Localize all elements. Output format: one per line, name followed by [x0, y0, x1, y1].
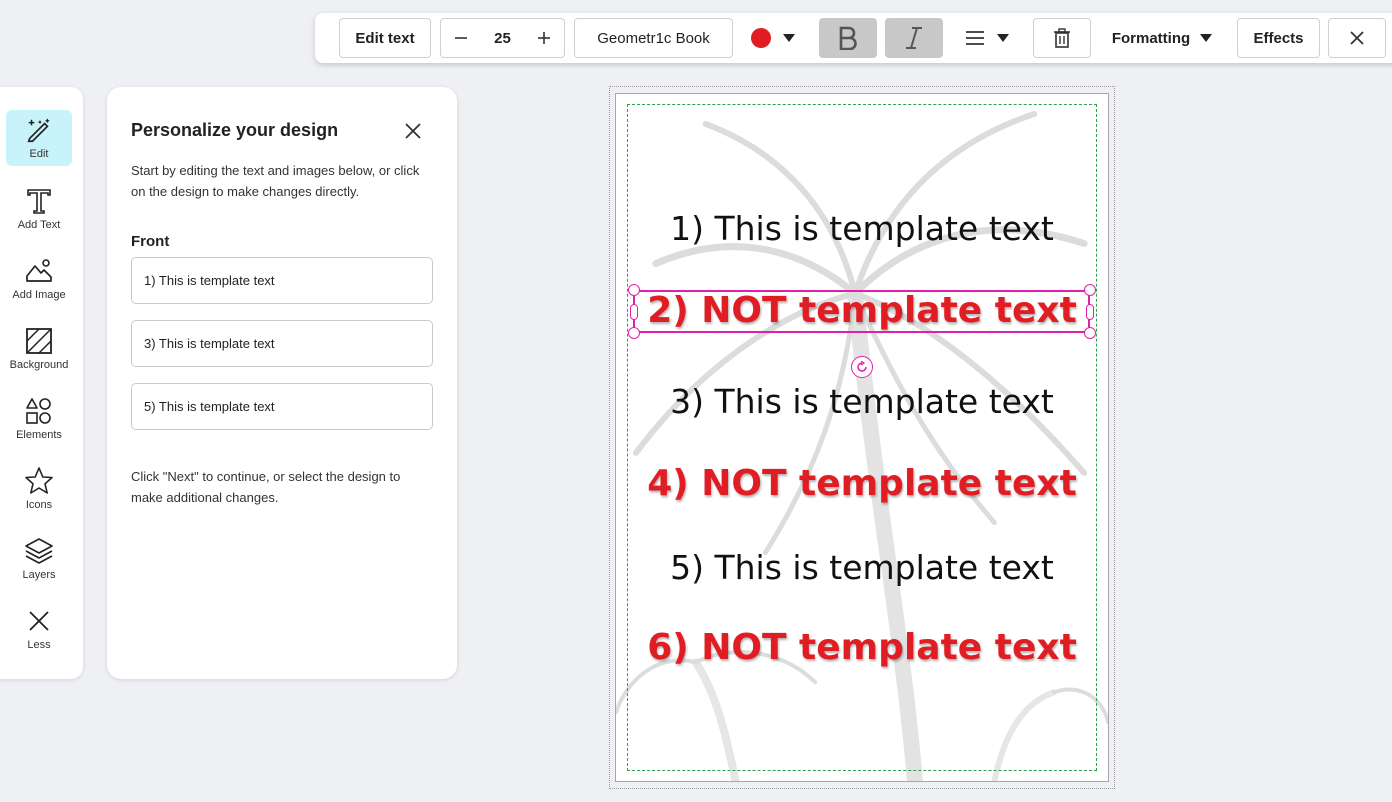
resize-handle-left[interactable] — [630, 304, 638, 320]
text-toolbar: Edit text 25 Geometr1c Book Formatting E… — [315, 13, 1392, 63]
italic-button[interactable] — [885, 18, 943, 58]
rail-item-add-image[interactable]: Add Image — [6, 250, 72, 306]
trash-icon — [1054, 28, 1070, 48]
rail-item-edit[interactable]: Edit — [6, 110, 72, 166]
rail-item-layers[interactable]: Layers — [6, 530, 72, 586]
resize-handle-top-left[interactable] — [628, 284, 640, 296]
rail-label: Add Text — [17, 218, 61, 231]
bold-icon — [839, 26, 857, 50]
chevron-down-icon — [1200, 34, 1213, 42]
rail-label: Icons — [25, 498, 53, 511]
resize-handle-right[interactable] — [1086, 304, 1094, 320]
chevron-down-icon — [997, 34, 1009, 42]
panel-description: Start by editing the text and images bel… — [131, 163, 420, 199]
rail-label: Edit — [29, 147, 49, 160]
close-icon — [1350, 31, 1364, 45]
text-field-1[interactable]: 1) This is template text — [131, 257, 433, 304]
tool-rail: Edit Add Text Add Image Background Eleme… — [0, 87, 83, 679]
minus-icon — [455, 37, 467, 39]
rail-item-background[interactable]: Background — [6, 320, 72, 376]
close-toolbar-button[interactable] — [1328, 18, 1386, 58]
rail-label: Elements — [16, 428, 62, 441]
bold-button[interactable] — [819, 18, 877, 58]
rail-item-add-text[interactable]: Add Text — [6, 180, 72, 236]
text-t-icon — [27, 188, 51, 214]
edit-text-button[interactable]: Edit text — [339, 18, 431, 58]
effects-button[interactable]: Effects — [1237, 18, 1320, 58]
formatting-label: Formatting — [1111, 29, 1191, 47]
rail-item-icons[interactable]: Icons — [6, 460, 72, 516]
close-icon — [29, 610, 49, 631]
section-heading-front: Front — [131, 233, 170, 250]
canvas-text-line-6[interactable]: 6) NOT template text — [615, 627, 1109, 668]
decrease-size-button[interactable] — [441, 19, 481, 57]
rail-item-elements[interactable]: Elements — [6, 390, 72, 446]
rotate-handle[interactable] — [851, 356, 873, 378]
canvas-text-line-1[interactable]: 1) This is template text — [615, 209, 1109, 248]
shapes-icon — [26, 397, 51, 424]
font-family-select[interactable]: Geometr1c Book — [574, 18, 733, 58]
resize-handle-top-right[interactable] — [1084, 284, 1096, 296]
increase-size-button[interactable] — [524, 19, 564, 57]
rail-label: Less — [27, 638, 51, 651]
background-hatch-icon — [26, 327, 52, 354]
align-center-icon — [966, 31, 984, 45]
image-mountain-icon — [26, 258, 52, 282]
italic-icon — [906, 27, 922, 49]
rail-label: Add Image — [12, 288, 66, 301]
personalize-panel: Personalize your design Start by editing… — [107, 87, 457, 679]
selection-box — [633, 290, 1090, 333]
align-dropdown[interactable] — [955, 18, 1019, 58]
rotate-icon — [857, 361, 867, 372]
rail-label: Layers — [22, 568, 56, 581]
plus-icon — [538, 32, 550, 44]
chevron-down-icon — [783, 34, 795, 42]
rail-label: Background — [9, 358, 69, 371]
color-swatch — [751, 28, 771, 48]
text-color-picker[interactable] — [743, 18, 803, 58]
canvas-text-line-5[interactable]: 5) This is template text — [615, 548, 1109, 587]
magic-pencil-icon — [27, 118, 50, 142]
delete-button[interactable] — [1033, 18, 1091, 58]
text-field-5[interactable]: 5) This is template text — [131, 383, 433, 430]
canvas-text-line-3[interactable]: 3) This is template text — [615, 382, 1109, 421]
formatting-dropdown[interactable]: Formatting — [1100, 18, 1224, 58]
font-size-stepper: 25 — [440, 18, 565, 58]
safe-zone-guide — [627, 104, 1097, 771]
star-icon — [25, 466, 53, 494]
canvas-text-line-4[interactable]: 4) NOT template text — [615, 463, 1109, 504]
panel-title: Personalize your design — [131, 120, 339, 140]
resize-handle-bottom-right[interactable] — [1084, 327, 1096, 339]
panel-close-button[interactable] — [403, 121, 423, 141]
close-icon — [405, 123, 421, 139]
text-field-3[interactable]: 3) This is template text — [131, 320, 433, 367]
panel-footer-text: Click "Next" to continue, or select the … — [131, 469, 401, 505]
resize-handle-bottom-left[interactable] — [628, 327, 640, 339]
rail-item-less[interactable]: Less — [6, 600, 72, 656]
layers-icon — [25, 537, 53, 564]
font-size-value[interactable]: 25 — [481, 30, 524, 47]
